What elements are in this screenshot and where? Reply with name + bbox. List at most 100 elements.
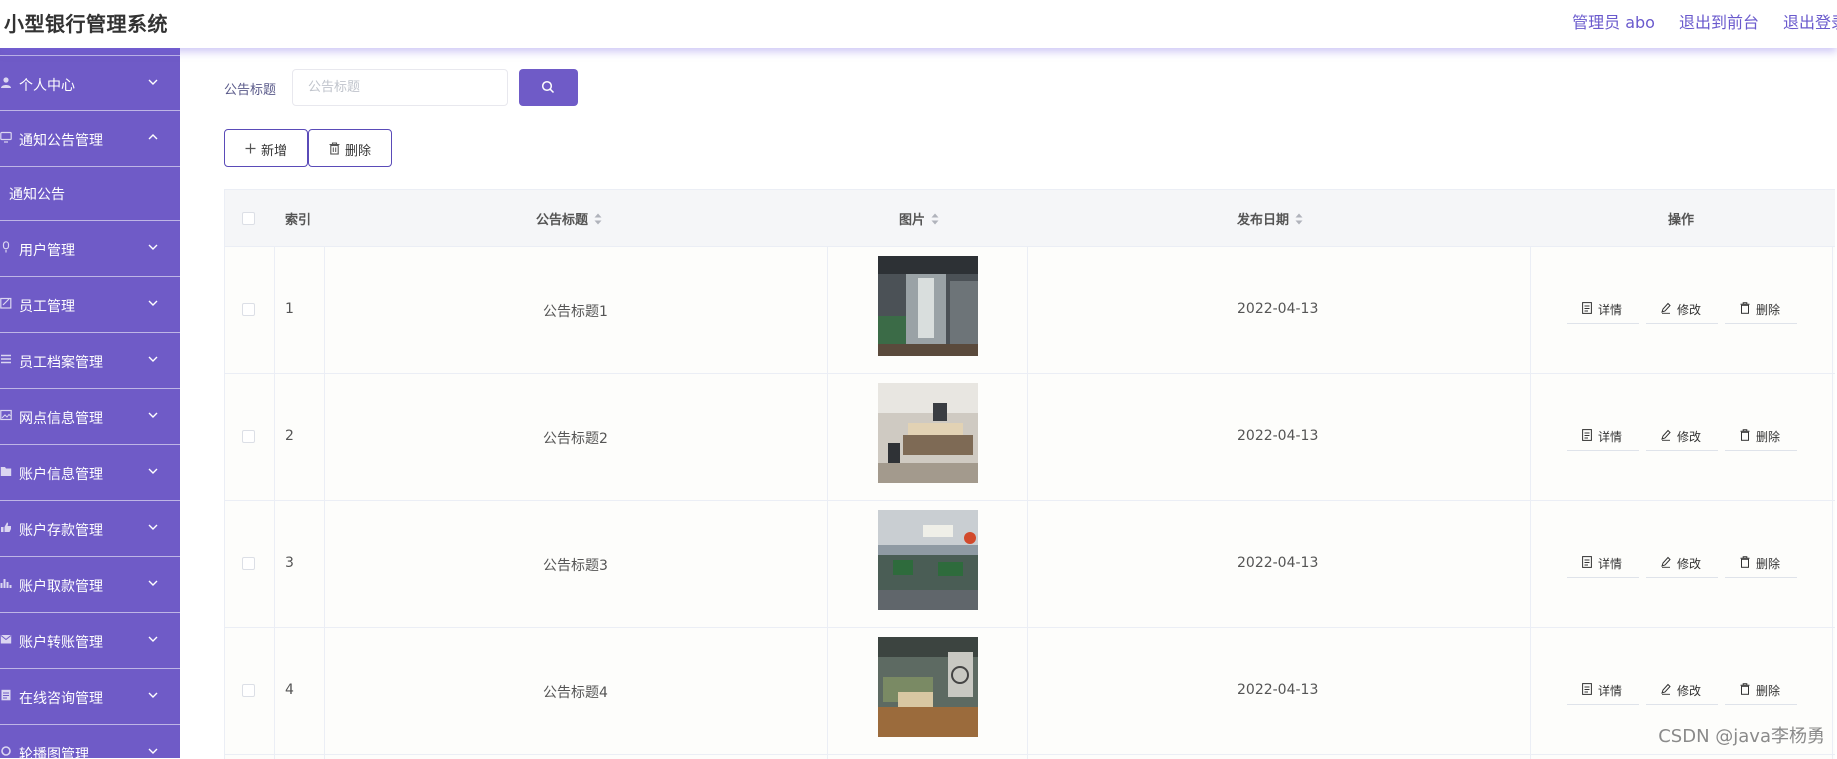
edit-button[interactable]: 修改	[1646, 678, 1718, 705]
chevron-down-icon	[148, 468, 158, 474]
row-checkbox[interactable]	[242, 684, 255, 697]
delete-button[interactable]: 删除	[308, 129, 392, 167]
sort-icon	[1295, 213, 1303, 225]
sidebar-subitem-notice[interactable]: 通知公告	[0, 167, 180, 221]
table-row: 4 公告标题4 2022-04-13 详情 修改 删除	[225, 627, 1835, 755]
sidebar-item-user-management[interactable]: 用户管理	[0, 221, 180, 277]
row-checkbox[interactable]	[242, 303, 255, 316]
row-delete-button[interactable]: 删除	[1725, 551, 1797, 578]
sidebar-item-label: 个人中心	[19, 78, 75, 94]
sidebar-item-label: 轮播图管理	[19, 747, 89, 758]
row-index: 4	[285, 682, 294, 698]
edit-icon	[1661, 429, 1671, 441]
row-delete-button[interactable]: 删除	[1725, 678, 1797, 705]
row-checkbox[interactable]	[242, 557, 255, 570]
logout-link[interactable]: 退出登录	[1783, 9, 1837, 33]
setting-icon	[1, 746, 11, 756]
header-title-label: 公告标题	[536, 213, 589, 228]
detail-button[interactable]: 详情	[1567, 678, 1639, 705]
table-row: 2 公告标题2 2022-04-13 详情 修改 删除	[225, 373, 1835, 501]
document-icon	[1582, 683, 1592, 695]
edit-button[interactable]: 修改	[1646, 551, 1718, 578]
notice-image-thumbnail[interactable]	[878, 637, 978, 737]
edit-icon	[1661, 683, 1671, 695]
sidebar-item-label: 员工档案管理	[19, 355, 103, 371]
notice-table: 索引 公告标题 图片 发布日期 操作 1 公告标题1 2022-04-13 详情…	[224, 189, 1835, 759]
chevron-down-icon	[148, 79, 158, 85]
chevron-down-icon	[148, 300, 158, 306]
edit-button[interactable]: 修改	[1646, 424, 1718, 451]
sidebar-item-staff-archive-management[interactable]: 员工档案管理	[0, 333, 180, 389]
exit-to-front-link[interactable]: 退出到前台	[1679, 9, 1759, 33]
trash-icon	[1740, 302, 1750, 314]
edit-label: 修改	[1677, 684, 1702, 698]
detail-button[interactable]: 详情	[1567, 424, 1639, 451]
header-index: 索引	[285, 213, 312, 228]
add-button[interactable]: 新增	[224, 129, 308, 167]
sidebar-item-notice-management[interactable]: 通知公告管理	[0, 111, 180, 167]
sidebar-item-personal-center[interactable]: 个人中心	[0, 55, 180, 111]
mail-icon	[0, 635, 12, 644]
folder-icon	[0, 467, 12, 476]
row-checkbox[interactable]	[242, 430, 255, 443]
trash-icon	[1740, 429, 1750, 441]
row-date: 2022-04-13	[1237, 555, 1319, 571]
row-delete-label: 删除	[1756, 684, 1781, 698]
sidebar-item-transfer-management[interactable]: 账户转账管理	[0, 613, 180, 669]
edit-label: 修改	[1677, 557, 1702, 571]
thumb-icon	[1, 522, 11, 532]
row-delete-label: 删除	[1756, 430, 1781, 444]
header-date[interactable]: 发布日期	[1237, 209, 1303, 228]
trash-icon	[329, 142, 340, 155]
row-delete-label: 删除	[1756, 557, 1781, 571]
sidebar-subitem-label: 通知公告	[9, 187, 65, 203]
sidebar-item-label: 账户存款管理	[19, 523, 103, 539]
edit-label: 修改	[1677, 303, 1702, 317]
row-date: 2022-04-13	[1237, 301, 1319, 317]
edit-label: 修改	[1677, 430, 1702, 444]
mic-icon	[2, 241, 10, 253]
row-delete-label: 删除	[1756, 303, 1781, 317]
sidebar-item-label: 通知公告管理	[19, 133, 103, 149]
row-delete-button[interactable]: 删除	[1725, 297, 1797, 324]
header-ops: 操作	[1668, 213, 1695, 228]
user-icon	[1, 77, 11, 88]
notice-image-thumbnail[interactable]	[878, 256, 978, 356]
chevron-down-icon	[148, 580, 158, 586]
admin-user-label[interactable]: 管理员 abo	[1572, 9, 1655, 33]
search-icon	[541, 80, 555, 94]
edit-button[interactable]: 修改	[1646, 297, 1718, 324]
select-all-checkbox[interactable]	[242, 212, 255, 225]
document-icon	[1582, 556, 1592, 568]
trash-icon	[1740, 556, 1750, 568]
sidebar-item-branch-info-management[interactable]: 网点信息管理	[0, 389, 180, 445]
notice-image-thumbnail[interactable]	[878, 510, 978, 610]
csdn-watermark: CSDN @java李杨勇	[1658, 726, 1825, 747]
sidebar-item-carousel-management[interactable]: 轮播图管理	[0, 725, 180, 758]
sidebar-item-account-info-management[interactable]: 账户信息管理	[0, 445, 180, 501]
row-date: 2022-04-13	[1237, 682, 1319, 698]
app-title: 小型银行管理系统	[4, 12, 168, 36]
sidebar-item-consult-management[interactable]: 在线咨询管理	[0, 669, 180, 725]
detail-label: 详情	[1598, 430, 1623, 444]
detail-button[interactable]: 详情	[1567, 297, 1639, 324]
list-icon	[1, 354, 11, 364]
chevron-down-icon	[148, 244, 158, 250]
row-title: 公告标题3	[543, 558, 608, 574]
sidebar-item-withdraw-management[interactable]: 账户取款管理	[0, 557, 180, 613]
header-image[interactable]: 图片	[899, 209, 939, 228]
search-input[interactable]	[292, 69, 508, 106]
trash-icon	[1740, 683, 1750, 695]
row-delete-button[interactable]: 删除	[1725, 424, 1797, 451]
table-row: 3 公告标题3 2022-04-13 详情 修改 删除	[225, 500, 1835, 628]
search-button[interactable]	[519, 69, 578, 106]
edit-icon	[1661, 302, 1671, 314]
sidebar-item-deposit-management[interactable]: 账户存款管理	[0, 501, 180, 557]
notice-image-thumbnail[interactable]	[878, 383, 978, 483]
sidebar-item-staff-management[interactable]: 员工管理	[0, 277, 180, 333]
detail-button[interactable]: 详情	[1567, 551, 1639, 578]
chevron-down-icon	[148, 356, 158, 362]
chevron-down-icon	[148, 748, 158, 754]
detail-label: 详情	[1598, 303, 1623, 317]
header-title[interactable]: 公告标题	[536, 209, 602, 228]
